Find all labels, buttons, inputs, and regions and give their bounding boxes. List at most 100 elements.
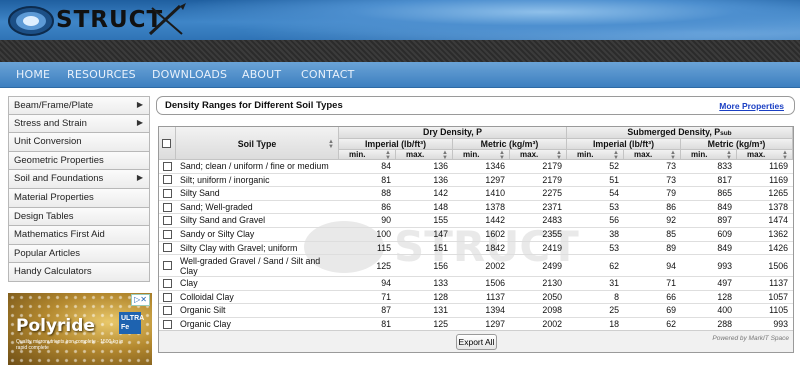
soil-type-cell: Silt; uniform / inorganic [180,174,270,185]
sidebar-item-popular-articles[interactable]: Popular Articles [8,244,150,264]
site-header: STRUCT [0,0,800,40]
min-column-header[interactable]: min. ▲ ▼ [453,150,510,161]
density-value-cell: 1474 [768,215,788,226]
density-value-cell: 1506 [768,261,788,272]
table-row[interactable]: Silt; uniform / inorganic 81 136 1297 2179 51… [159,174,793,188]
density-value-cell: 31 [609,278,619,289]
more-properties-link[interactable]: More Properties [719,101,784,111]
density-value-cell: 1297 [485,174,505,185]
table-row[interactable]: Organic Silt 87 131 1394 2098 25 69 400 1105 [159,304,793,318]
sidebar-item-design-tables[interactable]: Design Tables [8,207,150,227]
soil-type-cell: Clay [180,278,198,289]
column-header-label: min. [463,150,480,159]
table-row[interactable]: Silty Sand and Gravel 90 155 1442 2483 56 92 89… [159,214,793,228]
table-row[interactable]: Sandy or Silty Clay 100 147 1602 2355 38 85 609… [159,228,793,242]
table-row[interactable]: Silty Clay with Gravel; uniform 115 151 184… [159,242,793,256]
panel-title: Density Ranges for Different Soil Types [165,100,343,111]
table-row[interactable]: Silty Sand 88 142 1410 2275 54 79 865 1265 [159,187,793,201]
max-column-header[interactable]: max. ▲ ▼ [624,150,681,161]
sidebar-item-beam-frame-plate[interactable]: Beam/Frame/Plate ▶ [8,96,150,115]
density-value-cell: 151 [433,242,448,253]
table-row[interactable]: Sand; clean / uniform / fine or medium 84… [159,160,793,174]
sidebar-item-mathematics-first-aid[interactable]: Mathematics First Aid [8,226,150,245]
min-column-header[interactable]: min. ▲ ▼ [681,150,737,161]
table-row[interactable]: Well-graded Gravel / Sand / Silt and Cla… [159,255,793,278]
density-value-cell: 133 [433,278,448,289]
density-value-cell: 2499 [542,261,562,272]
table-row[interactable]: Sand; Well-graded 86 148 1378 2371 53 86 849 137… [159,201,793,215]
density-value-cell: 897 [717,215,732,226]
density-value-cell: 100 [376,229,391,239]
advertisement-banner[interactable]: ▷✕ Polyride ULTRA Fe Quality micronutrie… [8,293,152,365]
row-checkbox[interactable] [163,175,172,185]
density-value-cell: 81 [381,174,391,185]
min-column-header[interactable]: min. ▲ ▼ [567,150,624,161]
row-checkbox[interactable] [163,188,172,198]
density-value-cell: 2098 [542,305,562,316]
row-checkbox[interactable] [163,292,172,302]
submerged-density-subscript: sub [720,130,732,137]
density-value-cell: 1378 [768,201,788,212]
density-value-cell: 2275 [542,188,562,199]
nav-about[interactable]: ABOUT [242,68,281,81]
density-value-cell: 849 [717,242,732,253]
density-value-cell: 73 [666,174,676,185]
sidebar-item-handy-calculators[interactable]: Handy Calculators [8,263,150,282]
density-value-cell: 142 [433,188,448,199]
row-checkbox[interactable] [163,261,172,271]
nav-downloads[interactable]: DOWNLOADS [152,68,227,81]
row-checkbox[interactable] [163,278,172,288]
sidebar-item-stress-and-strain[interactable]: Stress and Strain ▶ [8,114,150,134]
density-value-cell: 94 [381,278,391,289]
sidebar-item-unit-conversion[interactable]: Unit Conversion [8,133,150,152]
density-value-cell: 8 [614,291,619,302]
nav-contact[interactable]: CONTACT [301,68,355,81]
sidebar-item-label: Soil and Foundations [14,173,104,185]
soil-type-cell: Well-graded Gravel / Sand / Silt and Cla… [180,256,321,277]
density-value-cell: 2483 [542,215,562,226]
density-value-cell: 849 [717,201,732,212]
density-value-cell: 156 [433,261,448,272]
sidebar-item-material-properties[interactable]: Material Properties [8,188,150,208]
density-value-cell: 71 [666,278,676,289]
row-checkbox[interactable] [163,243,172,253]
density-value-cell: 1602 [485,229,505,239]
row-checkbox[interactable] [163,161,172,171]
sort-icon[interactable]: ▲ ▼ [328,139,334,150]
sidebar-item-geometric-properties[interactable]: Geometric Properties [8,151,150,171]
row-checkbox[interactable] [163,306,172,316]
table-footer: Export All Powered by MarkIT Space [159,330,793,352]
table-row[interactable]: Colloidal Clay 71 128 1137 2050 8 66 128 1057 [159,291,793,305]
density-value-cell: 1137 [486,291,505,302]
density-value-cell: 993 [773,319,788,329]
soil-type-cell: Organic Clay [180,319,231,329]
density-value-cell: 1378 [485,201,505,212]
soil-type-cell: Sandy or Silty Clay [180,229,255,239]
max-column-header[interactable]: max. ▲ ▼ [737,150,793,161]
export-all-button[interactable]: Export All [456,334,497,350]
row-checkbox[interactable] [163,229,172,239]
nav-home[interactable]: HOME [16,68,50,81]
select-all-checkbox[interactable] [162,139,171,148]
row-checkbox[interactable] [163,319,172,329]
column-header-label: min. [349,150,366,159]
row-checkbox[interactable] [163,202,172,212]
row-checkbox[interactable] [163,216,172,226]
powered-by-label: Powered by MarkIT Space [712,335,789,342]
header-sky-background [160,0,800,40]
min-column-header[interactable]: min. ▲ ▼ [339,150,396,161]
struct-logo-icon[interactable] [6,2,56,38]
table-row[interactable]: Clay 94 133 1506 2130 31 71 497 1137 [159,277,793,291]
soil-density-table: STRUCT Soil Type ▲ ▼ Dry Density, P Subme… [158,126,794,353]
sidebar-item-soil-and-foundations[interactable]: Soil and Foundations ▶ [8,170,150,189]
ad-badge: ULTRA Fe [119,312,144,334]
nav-resources[interactable]: RESOURCES [67,68,136,81]
density-value-cell: 609 [717,229,732,239]
ad-choices-icon[interactable]: ▷✕ [131,294,150,306]
soil-type-cell: Sand; Well-graded [180,201,253,212]
max-column-header[interactable]: max. ▲ ▼ [510,150,567,161]
dry-imperial-header: Imperial (lb/ft³) [339,139,453,150]
soil-type-column-header[interactable]: Soil Type ▲ ▼ [176,127,339,160]
density-value-cell: 2002 [542,319,562,329]
max-column-header[interactable]: max. ▲ ▼ [396,150,453,161]
